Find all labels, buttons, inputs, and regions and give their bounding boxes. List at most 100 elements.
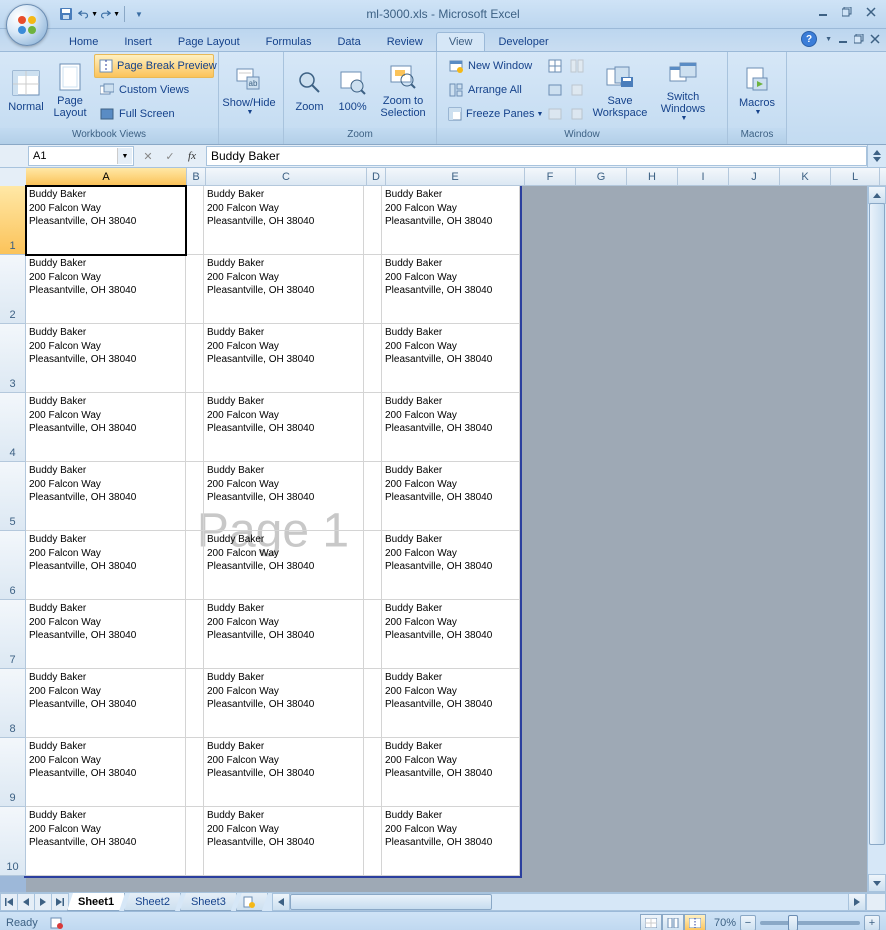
cell[interactable] [186,324,204,393]
scroll-left-button[interactable] [273,894,290,910]
tab-home[interactable]: Home [56,32,111,51]
custom-views-button[interactable]: Custom Views [94,78,214,102]
cell[interactable] [364,600,382,669]
tab-formulas[interactable]: Formulas [253,32,325,51]
row-header-2[interactable]: 2 [0,255,26,324]
horizontal-scrollbar[interactable] [272,893,866,911]
cell[interactable]: Buddy Baker200 Falcon WayPleasantville, … [26,669,186,738]
cell[interactable]: Buddy Baker200 Falcon WayPleasantville, … [382,186,520,255]
cell[interactable]: Buddy Baker200 Falcon WayPleasantville, … [204,669,364,738]
redo-icon[interactable]: ▼ [100,4,120,24]
minimize-button[interactable] [812,3,834,21]
row-header-1[interactable]: 1 [0,186,26,255]
tab-page-layout[interactable]: Page Layout [165,32,253,51]
zoom-button[interactable]: Zoom [288,54,331,126]
cell[interactable]: Buddy Baker200 Falcon WayPleasantville, … [26,186,186,255]
close-button[interactable] [860,3,882,21]
help-icon[interactable]: ? [801,31,817,47]
zoom-out-button[interactable]: − [740,915,756,930]
help-dropdown-icon[interactable]: ▼ [825,36,832,43]
sheet-tab-1[interactable]: Sheet1 [67,893,125,911]
cell[interactable]: Buddy Baker200 Falcon WayPleasantville, … [204,255,364,324]
cell[interactable] [186,669,204,738]
row-header-3[interactable]: 3 [0,324,26,393]
qat-customize-icon[interactable]: ▼ [129,4,149,24]
cell[interactable] [364,531,382,600]
vertical-scrollbar[interactable] [867,186,886,892]
cell[interactable]: Buddy Baker200 Falcon WayPleasantville, … [382,669,520,738]
cell[interactable]: Buddy Baker200 Falcon WayPleasantville, … [382,393,520,462]
zoom-in-button[interactable]: + [864,915,880,930]
cell[interactable]: Buddy Baker200 Falcon WayPleasantville, … [26,531,186,600]
select-all-corner[interactable] [0,168,27,187]
column-header-L[interactable]: L [831,168,880,186]
column-header-E[interactable]: E [386,168,525,186]
cell[interactable]: Buddy Baker200 Falcon WayPleasantville, … [26,324,186,393]
save-icon[interactable] [56,4,76,24]
scroll-right-button[interactable] [848,894,865,910]
cell[interactable]: Buddy Baker200 Falcon WayPleasantville, … [204,324,364,393]
column-header-J[interactable]: J [729,168,780,186]
tab-view[interactable]: View [436,32,486,51]
cell[interactable]: Buddy Baker200 Falcon WayPleasantville, … [382,531,520,600]
cell[interactable]: Buddy Baker200 Falcon WayPleasantville, … [382,324,520,393]
scroll-thumb-horizontal[interactable] [290,894,492,910]
column-header-A[interactable]: A [26,168,187,186]
cell[interactable]: Buddy Baker200 Falcon WayPleasantville, … [26,738,186,807]
row-header-10[interactable]: 10 [0,807,26,876]
grid[interactable]: Page 1 Buddy Baker200 Falcon WayPleasant… [26,186,886,892]
column-header-B[interactable]: B [187,168,206,186]
cell[interactable] [186,462,204,531]
cell[interactable]: Buddy Baker200 Falcon WayPleasantville, … [204,738,364,807]
new-sheet-tab[interactable] [236,893,268,911]
mdi-restore-button[interactable] [854,34,864,44]
column-header-G[interactable]: G [576,168,627,186]
row-header-6[interactable]: 6 [0,531,26,600]
full-screen-button[interactable]: Full Screen [94,102,214,126]
zoom-slider-handle[interactable] [788,915,798,930]
zoom-level[interactable]: 70% [714,917,736,929]
zoom-to-selection-button[interactable]: Zoom to Selection [374,54,432,126]
scroll-down-button[interactable] [868,874,886,892]
cell[interactable] [186,738,204,807]
cell[interactable] [364,324,382,393]
column-header-M[interactable]: M [880,168,886,186]
cell[interactable]: Buddy Baker200 Falcon WayPleasantville, … [204,600,364,669]
show-hide-button[interactable]: ab Show/Hide▼ [223,54,275,126]
zoom-100-button[interactable]: 100% [331,54,374,126]
undo-icon[interactable]: ▼ [78,4,98,24]
cell[interactable]: Buddy Baker200 Falcon WayPleasantville, … [204,531,364,600]
cell[interactable] [186,255,204,324]
cell[interactable] [186,393,204,462]
office-button[interactable] [6,4,48,46]
cell[interactable]: Buddy Baker200 Falcon WayPleasantville, … [382,807,520,876]
normal-view-button[interactable]: Normal [4,54,48,126]
column-header-D[interactable]: D [367,168,386,186]
restore-button[interactable] [836,3,858,21]
tab-insert[interactable]: Insert [111,32,165,51]
scroll-thumb-vertical[interactable] [869,203,885,845]
row-header-4[interactable]: 4 [0,393,26,462]
cell[interactable] [364,807,382,876]
new-window-button[interactable]: New Window [443,54,543,78]
hide-button[interactable] [545,78,565,102]
cell[interactable]: Buddy Baker200 Falcon WayPleasantville, … [26,807,186,876]
cell[interactable]: Buddy Baker200 Falcon WayPleasantville, … [204,186,364,255]
split-button[interactable] [545,54,565,78]
column-header-C[interactable]: C [206,168,367,186]
cell[interactable] [364,393,382,462]
view-normal-icon[interactable] [640,914,662,930]
freeze-panes-button[interactable]: Freeze Panes▼ [443,102,543,126]
cell[interactable]: Buddy Baker200 Falcon WayPleasantville, … [382,255,520,324]
row-header-8[interactable]: 8 [0,669,26,738]
cell[interactable] [364,462,382,531]
mdi-close-button[interactable] [870,34,880,44]
cell[interactable]: Buddy Baker200 Falcon WayPleasantville, … [204,462,364,531]
zoom-slider[interactable] [760,921,860,925]
cell[interactable] [186,186,204,255]
column-header-I[interactable]: I [678,168,729,186]
switch-windows-button[interactable]: Switch Windows▼ [653,54,713,126]
mdi-minimize-button[interactable] [838,34,848,44]
save-workspace-button[interactable]: Save Workspace [587,54,653,126]
row-header-7[interactable]: 7 [0,600,26,669]
